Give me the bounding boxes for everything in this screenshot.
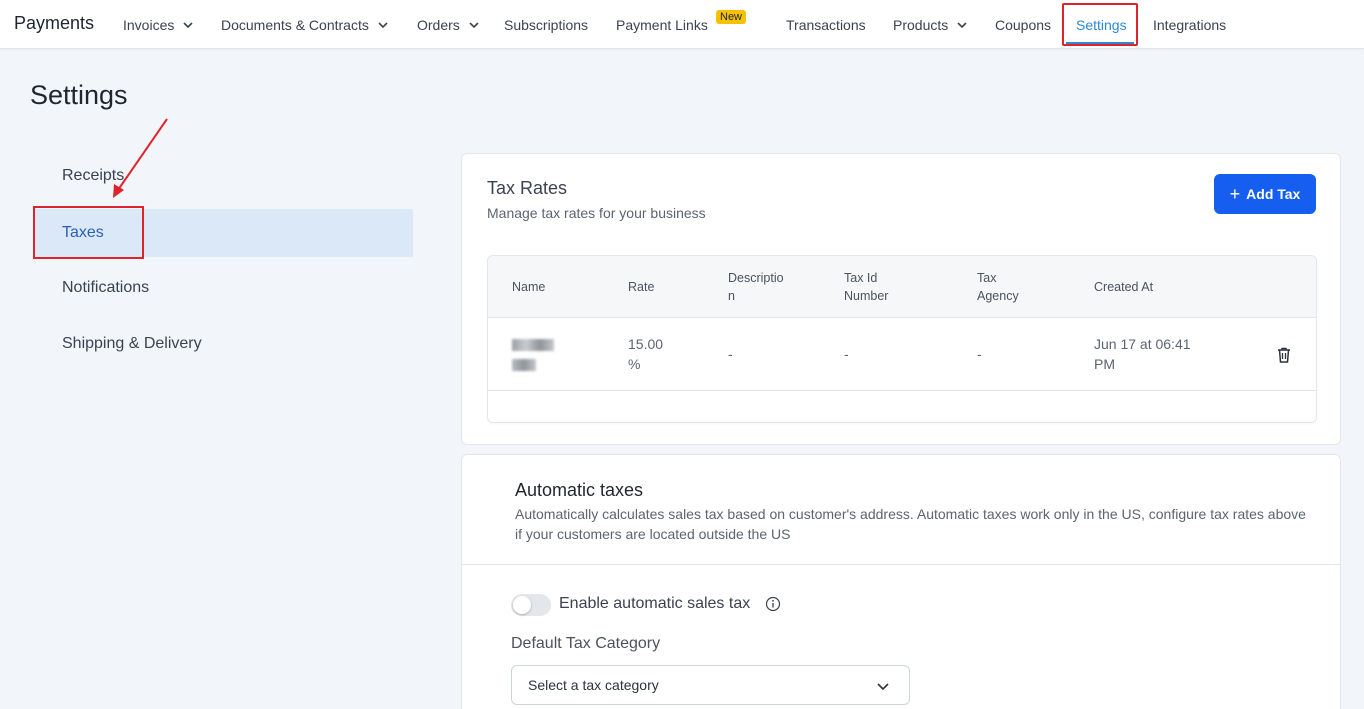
automatic-taxes-card: Automatic taxes Automatically calculates… (461, 454, 1341, 709)
cell-description: - (728, 346, 733, 362)
col-tax-agency-line1: Tax (977, 271, 997, 285)
divider (462, 564, 1340, 565)
nav-payment-links[interactable]: Payment Links (616, 16, 708, 34)
cell-tax-agency: - (977, 346, 982, 362)
automatic-taxes-title: Automatic taxes (515, 480, 644, 500)
top-navbar: Payments Invoices Documents & Contracts … (0, 0, 1364, 49)
nav-documents-contracts[interactable]: Documents & Contracts (221, 16, 389, 34)
automatic-tax-toggle[interactable] (511, 594, 551, 616)
nav-products[interactable]: Products (893, 16, 968, 34)
sidebar-item-shipping-delivery[interactable]: Shipping & Delivery (34, 320, 413, 368)
settings-highlight-box (1062, 3, 1138, 46)
tax-rates-card: Tax Rates Manage tax rates for your busi… (461, 153, 1341, 445)
nav-invoices[interactable]: Invoices (123, 16, 194, 34)
chevron-down-icon (378, 22, 388, 29)
sidebar-item-label: Notifications (62, 279, 150, 296)
nav-subscriptions-label: Subscriptions (504, 17, 589, 33)
col-rate: Rate (628, 280, 655, 294)
table-row[interactable]: 15.00 % - - - Jun 17 at 06:41 PM (488, 318, 1316, 391)
nav-invoices-label: Invoices (123, 17, 175, 33)
nav-transactions[interactable]: Transactions (786, 16, 866, 34)
automatic-taxes-description: Automatically calculates sales tax based… (515, 506, 1306, 542)
col-tax-id: Tax Id Number (844, 269, 888, 305)
table-header: Name Rate Descriptio n Tax Id Number Tax… (488, 256, 1316, 318)
info-icon[interactable] (765, 596, 781, 612)
app-title: Payments (14, 13, 95, 33)
col-tax-agency: Tax Agency (977, 269, 1019, 305)
tax-category-select[interactable]: Select a tax category (511, 665, 910, 705)
toggle-label: Enable automatic sales tax (559, 595, 751, 612)
nav-documents-label: Documents & Contracts (221, 17, 369, 33)
nav-subscriptions[interactable]: Subscriptions (504, 16, 588, 34)
nav-transactions-label: Transactions (786, 17, 866, 33)
add-tax-button[interactable]: + Add Tax (1214, 174, 1316, 214)
cell-tax-id: - (844, 346, 849, 362)
sidebar-item-receipts[interactable]: Receipts (34, 152, 413, 200)
nav-orders[interactable]: Orders (417, 16, 480, 34)
tax-category-select-value: Select a tax category (528, 677, 659, 693)
cell-rate: 15.00 % (628, 334, 663, 374)
nav-coupons-label: Coupons (995, 17, 1052, 33)
col-name: Name (512, 280, 546, 294)
redacted-name (512, 359, 536, 371)
col-tax-id-line1: Tax Id (844, 271, 878, 285)
chevron-down-icon (469, 22, 479, 29)
cell-rate-line1: 15.00 (628, 336, 664, 352)
cell-rate-line2: % (628, 356, 641, 372)
page-title: Settings (30, 80, 128, 110)
toggle-knob (513, 596, 531, 614)
nav-integrations-label: Integrations (1153, 17, 1227, 33)
chevron-down-icon (183, 22, 193, 29)
nav-products-label: Products (893, 17, 949, 33)
chevron-down-icon (877, 683, 889, 691)
redacted-name (512, 339, 554, 351)
cell-created-at: Jun 17 at 06:41 PM (1094, 334, 1191, 374)
cell-created-line1: Jun 17 at 06:41 (1094, 336, 1191, 352)
col-description-line1: Descriptio (728, 271, 784, 285)
sidebar-item-notifications[interactable]: Notifications (34, 264, 413, 312)
tax-rates-subtitle: Manage tax rates for your business (487, 205, 706, 221)
col-description-line2: n (728, 289, 735, 303)
nav-orders-label: Orders (417, 17, 460, 33)
col-tax-agency-line2: Agency (977, 289, 1019, 303)
sidebar-item-label: Shipping & Delivery (62, 335, 202, 352)
nav-integrations[interactable]: Integrations (1153, 16, 1226, 34)
col-created-at: Created At (1094, 280, 1154, 294)
default-tax-category-label: Default Tax Category (511, 635, 661, 652)
add-tax-label: Add Tax (1246, 186, 1301, 202)
new-badge: New (716, 10, 747, 24)
chevron-down-icon (957, 22, 967, 29)
nav-payment-links-label: Payment Links (616, 17, 708, 33)
trash-icon[interactable] (1276, 346, 1292, 364)
cell-created-line2: PM (1094, 356, 1115, 372)
taxes-highlight-box (33, 206, 144, 259)
col-description: Descriptio n (728, 269, 784, 305)
annotation-arrow-icon (113, 118, 168, 198)
nav-coupons[interactable]: Coupons (995, 16, 1051, 34)
col-tax-id-line2: Number (844, 289, 889, 303)
plus-icon: + (1229, 184, 1241, 204)
tax-rates-table: Name Rate Descriptio n Tax Id Number Tax… (487, 255, 1317, 423)
tax-rates-title: Tax Rates (487, 178, 568, 198)
